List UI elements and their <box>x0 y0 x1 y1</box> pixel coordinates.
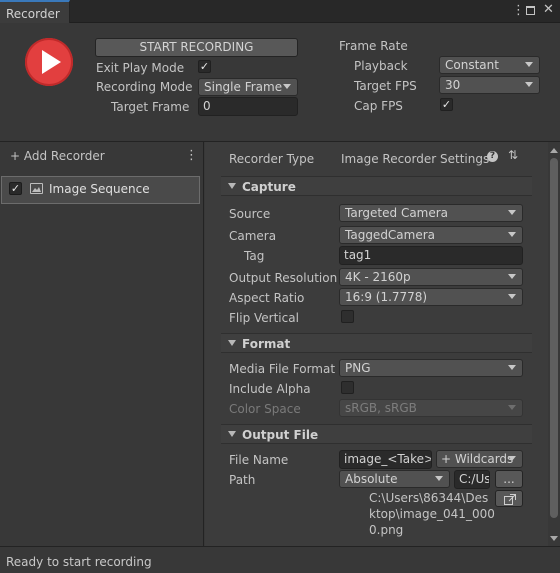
recording-mode-value: Single Frame <box>204 80 283 94</box>
file-name-label: File Name <box>229 453 289 467</box>
add-recorder-button[interactable]: + Add Recorder <box>10 149 105 163</box>
tag-input[interactable]: tag1 <box>339 246 523 265</box>
play-icon[interactable] <box>25 38 73 86</box>
output-resolution-dropdown[interactable]: 4K - 2160p <box>339 268 523 286</box>
file-name-input[interactable]: image_<Take>. <box>339 450 432 469</box>
status-bar: Ready to start recording <box>0 546 560 573</box>
output-file-section-header[interactable]: Output File <box>221 424 532 444</box>
target-frame-input[interactable]: 0 <box>198 97 298 116</box>
camera-value: TaggedCamera <box>345 228 436 242</box>
open-folder-icon[interactable] <box>495 490 523 507</box>
chevron-down-icon <box>508 365 516 370</box>
output-resolution-label: Output Resolution <box>229 271 338 285</box>
foldout-arrow-icon <box>228 340 236 346</box>
chevron-down-icon <box>508 210 516 215</box>
flip-vertical-label: Flip Vertical <box>229 311 299 325</box>
scroll-down-icon[interactable] <box>550 536 558 541</box>
full-path-line-1: C:\Users\86344\Des <box>369 491 489 505</box>
recording-mode-dropdown[interactable]: Single Frame <box>198 78 298 96</box>
chevron-down-icon <box>508 274 516 279</box>
close-icon[interactable]: ✕ <box>543 3 554 17</box>
chevron-down-icon <box>508 232 516 237</box>
start-recording-button[interactable]: START RECORDING <box>95 38 298 57</box>
path-type-dropdown[interactable]: Absolute <box>339 470 450 488</box>
target-fps-value: 30 <box>445 78 461 92</box>
media-file-format-label: Media File Format <box>229 362 336 376</box>
target-frame-label: Target Frame <box>111 100 190 114</box>
tab-bar: Recorder ⋮ ✕ <box>0 0 560 23</box>
color-space-dropdown: sRGB, sRGB <box>339 399 523 417</box>
camera-label: Camera <box>229 229 277 243</box>
include-alpha-checkbox[interactable] <box>341 381 354 394</box>
capture-section-title: Capture <box>242 180 296 194</box>
aspect-ratio-dropdown[interactable]: 16:9 (1.7778) <box>339 288 523 306</box>
source-label: Source <box>229 207 271 221</box>
cap-fps-label: Cap FPS <box>354 99 403 113</box>
chevron-down-icon <box>525 62 533 67</box>
color-space-label: Color Space <box>229 402 301 416</box>
chevron-down-icon <box>435 476 443 481</box>
image-sequence-icon <box>30 183 43 194</box>
foldout-arrow-icon <box>228 431 236 437</box>
browse-button[interactable]: ... <box>495 470 523 488</box>
cap-fps-checkbox[interactable]: ✓ <box>440 98 453 111</box>
color-space-value: sRGB, sRGB <box>345 401 417 415</box>
output-resolution-value: 4K - 2160p <box>345 270 411 284</box>
target-fps-label: Target FPS <box>354 79 417 93</box>
exit-play-mode-label: Exit Play Mode <box>96 61 185 75</box>
wildcards-dropdown[interactable]: + Wildcards <box>436 450 523 468</box>
preset-settings-icon[interactable]: ⇅ <box>508 148 518 162</box>
path-label: Path <box>229 473 256 487</box>
aspect-ratio-label: Aspect Ratio <box>229 291 305 305</box>
media-file-format-value: PNG <box>345 361 371 375</box>
recorder-item-label: Image Sequence <box>49 182 150 196</box>
media-file-format-dropdown[interactable]: PNG <box>339 359 523 377</box>
frame-rate-title: Frame Rate <box>339 39 408 53</box>
flip-vertical-checkbox[interactable] <box>341 310 354 323</box>
path-input[interactable]: C:/Us <box>454 470 490 489</box>
chevron-down-icon <box>283 84 291 89</box>
format-section-header[interactable]: Format <box>221 333 532 353</box>
scrollbar-thumb[interactable] <box>550 158 558 518</box>
foldout-arrow-icon <box>228 183 236 189</box>
include-alpha-label: Include Alpha <box>229 382 311 396</box>
exit-play-mode-checkbox[interactable]: ✓ <box>198 60 211 73</box>
aspect-ratio-value: 16:9 (1.7778) <box>345 290 428 304</box>
path-type-value: Absolute <box>345 472 398 486</box>
wildcards-label: + Wildcards <box>441 452 514 466</box>
tab-recorder[interactable]: Recorder <box>0 0 70 23</box>
chevron-down-icon <box>525 82 533 87</box>
maximize-icon[interactable] <box>526 6 535 15</box>
chevron-down-icon <box>508 294 516 299</box>
full-path-line-2: ktop\image_041_000 <box>369 507 495 521</box>
full-path-line-3: 0.png <box>369 523 404 537</box>
recorder-type-label: Recorder Type <box>229 152 315 166</box>
recording-mode-label: Recording Mode <box>96 80 193 94</box>
settings-scrollbar[interactable] <box>548 142 560 546</box>
help-icon[interactable]: ? <box>487 151 498 162</box>
kebab-menu-icon[interactable]: ⋮ <box>512 4 525 18</box>
chevron-down-icon <box>508 405 516 410</box>
camera-dropdown[interactable]: TaggedCamera <box>339 226 523 244</box>
source-dropdown[interactable]: Targeted Camera <box>339 204 523 222</box>
source-value: Targeted Camera <box>345 206 449 220</box>
scroll-up-icon[interactable] <box>550 148 558 153</box>
playback-dropdown[interactable]: Constant <box>439 56 540 74</box>
playback-label: Playback <box>354 59 408 73</box>
output-file-section-title: Output File <box>242 428 319 442</box>
chevron-down-icon <box>508 456 516 461</box>
tag-label: Tag <box>244 249 265 263</box>
playback-value: Constant <box>445 58 499 72</box>
tab-recorder-label: Recorder <box>6 7 60 21</box>
status-text: Ready to start recording <box>6 555 152 569</box>
recorder-enabled-checkbox[interactable]: ✓ <box>9 182 22 195</box>
kebab-menu-icon[interactable]: ⋮ <box>185 149 198 163</box>
capture-section-header[interactable]: Capture <box>221 176 532 196</box>
recorder-type-value: Image Recorder Settings <box>341 152 490 166</box>
format-section-title: Format <box>242 337 291 351</box>
target-fps-dropdown[interactable]: 30 <box>439 76 540 94</box>
